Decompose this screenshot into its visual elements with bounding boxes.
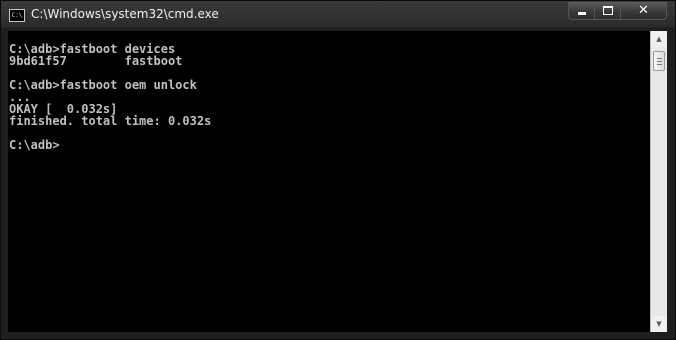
close-icon: ✕ [638, 3, 649, 18]
arrow-up-icon: ▲ [656, 35, 662, 43]
terminal-output[interactable]: C:\adb>fastboot devices 9bd61f57 fastboot… [9, 43, 211, 151]
maximize-icon [602, 6, 613, 15]
minimize-button[interactable] [568, 2, 595, 20]
terminal-line: 9bd61f57 fastboot [9, 54, 183, 68]
title-bar[interactable]: C:\ C:\Windows\system32\cmd.exe ✕ [1, 1, 676, 31]
cmd-app-icon[interactable]: C:\ [9, 9, 25, 22]
window-title: C:\Windows\system32\cmd.exe [31, 7, 219, 21]
close-button[interactable]: ✕ [621, 2, 667, 20]
window-controls: ✕ [568, 2, 667, 21]
arrow-down-icon: ▼ [656, 320, 662, 328]
terminal-line: finished. total time: 0.032s [9, 114, 212, 128]
scroll-up-button[interactable]: ▲ [651, 31, 667, 47]
console-area[interactable]: C:\adb>fastboot devices 9bd61f57 fastboot… [8, 31, 650, 332]
terminal-line: C:\adb>fastboot oem unlock [9, 78, 197, 92]
scroll-thumb[interactable] [653, 51, 665, 71]
minimize-icon [577, 12, 586, 15]
scroll-down-button[interactable]: ▼ [651, 316, 667, 332]
terminal-line: C:\adb> [9, 138, 60, 152]
maximize-button[interactable] [595, 2, 621, 20]
cmd-window: C:\ C:\Windows\system32\cmd.exe ✕ C:\adb… [0, 0, 676, 340]
vertical-scrollbar[interactable]: ▲ ▼ [650, 31, 667, 332]
